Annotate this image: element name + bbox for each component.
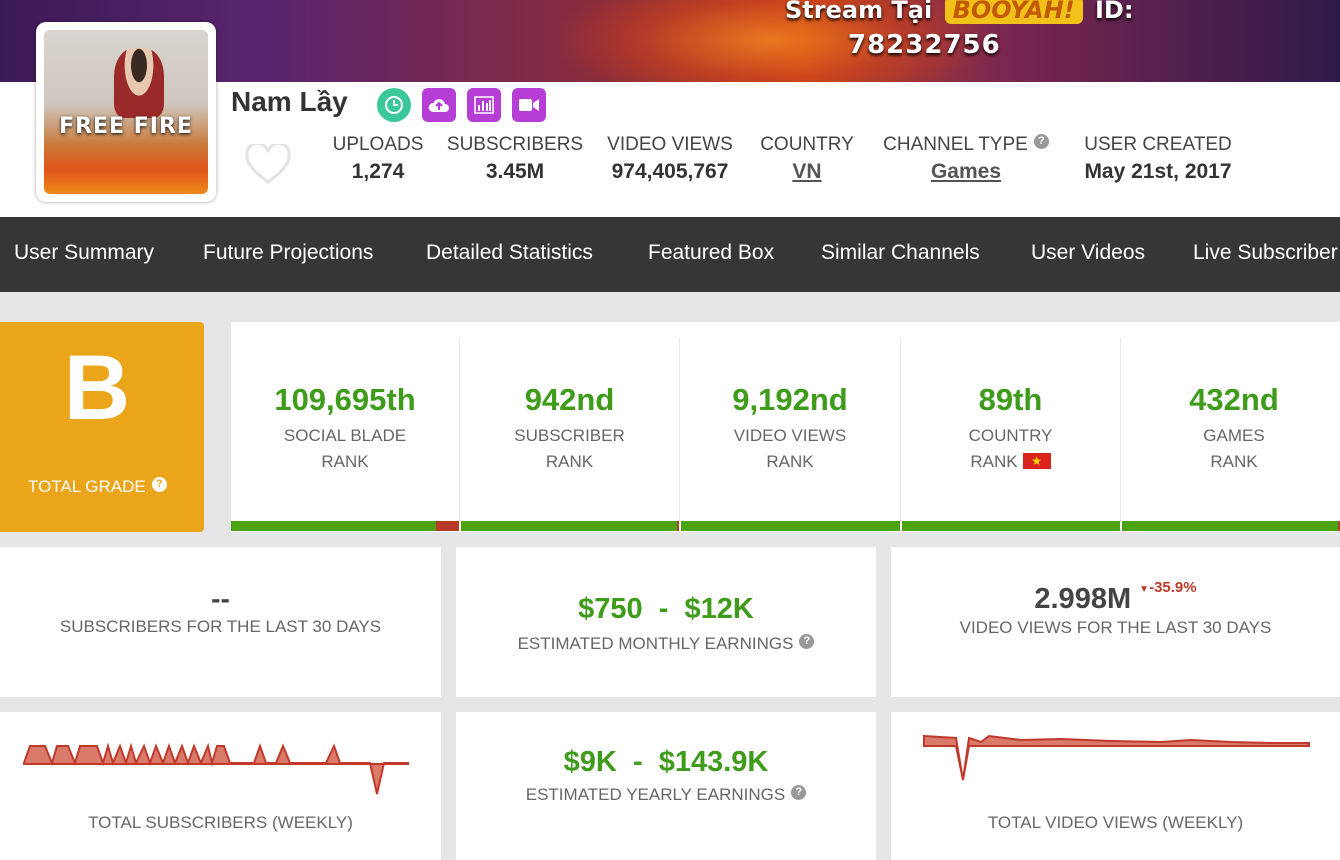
clock-icon[interactable] [377, 88, 411, 122]
channel-name: Nam Lầy [231, 86, 348, 117]
yearly-earnings-value: $9K - $143.9K [563, 746, 769, 778]
channel-type-link[interactable]: Games [876, 160, 1056, 184]
rank-progress-bar [681, 521, 900, 531]
total-subscribers-card: TOTAL SUBSCRIBERS (WEEKLY) [0, 712, 441, 860]
channel-icons [377, 88, 546, 122]
video-camera-icon[interactable] [512, 88, 546, 122]
nav-bar: User Summary Future Projections Detailed… [0, 217, 1340, 292]
rank-progress-bar [902, 521, 1120, 531]
views-30-days-label: VIDEO VIEWS FOR THE LAST 30 DAYS [959, 618, 1272, 637]
stat-user-created: USER CREATED May 21st, 2017 [1084, 134, 1232, 183]
banner-text: Stream Tại BOOYAH! ID: [785, 0, 1133, 24]
favorite-heart-icon[interactable] [245, 141, 291, 191]
monthly-earnings-card: $750 - $12K ESTIMATED MONTHLY EARNINGS? [456, 547, 876, 697]
views-change-badge: ▼-35.9% [1139, 579, 1197, 596]
help-icon[interactable]: ? [1033, 134, 1049, 149]
rank-country: 89th COUNTRY RANK ★ [901, 338, 1121, 522]
stat-channel-type: CHANNEL TYPE? Games [876, 134, 1056, 184]
rank-progress-bar [231, 521, 459, 531]
booyah-logo: BOOYAH! [944, 0, 1083, 24]
grade-letter: B [63, 337, 131, 439]
bar-chart-icon[interactable] [467, 88, 501, 122]
views-sparkline [923, 734, 1310, 781]
subscribers-sparkline [23, 742, 409, 795]
subs-30-days-card: -- SUBSCRIBERS FOR THE LAST 30 DAYS [0, 547, 441, 697]
nav-user-summary[interactable]: User Summary [14, 241, 154, 265]
rank-progress-bar [461, 521, 679, 531]
total-grade-box: B TOTAL GRADE? [0, 322, 204, 532]
help-icon[interactable]: ? [799, 634, 815, 649]
nav-live-subscriber[interactable]: Live Subscriber [1193, 241, 1338, 265]
subs-30-days-label: SUBSCRIBERS FOR THE LAST 30 DAYS [59, 617, 382, 636]
rank-video-views: 9,192nd VIDEO VIEWS RANK [680, 338, 901, 522]
grade-label: TOTAL GRADE [28, 477, 146, 496]
help-icon[interactable]: ? [791, 785, 807, 800]
nav-future-projections[interactable]: Future Projections [203, 241, 373, 265]
vietnam-flag-icon: ★ [1022, 452, 1051, 469]
country-link[interactable]: VN [732, 160, 882, 184]
stat-uploads: UPLOADS 1,274 [332, 134, 424, 183]
subs-30-days-value: -- [211, 583, 230, 614]
rank-subscriber: 942nd SUBSCRIBER RANK [460, 338, 680, 522]
monthly-earnings-label: ESTIMATED MONTHLY EARNINGS [517, 634, 794, 653]
nav-similar-channels[interactable]: Similar Channels [821, 241, 980, 265]
help-icon[interactable]: ? [151, 477, 167, 492]
rank-card: 109,695th SOCIAL BLADE RANK 942nd SUBSCR… [231, 322, 1340, 532]
channel-avatar: FREE FIRE [36, 22, 216, 202]
total-views-label: TOTAL VIDEO VIEWS (WEEKLY) [987, 813, 1244, 832]
monthly-earnings-value: $750 - $12K [578, 593, 754, 625]
nav-detailed-statistics[interactable]: Detailed Statistics [426, 241, 593, 265]
rank-social-blade: 109,695th SOCIAL BLADE RANK [231, 338, 460, 522]
stat-country: COUNTRY VN [732, 134, 882, 184]
views-30-days-card: 2.998M ▼-35.9% VIDEO VIEWS FOR THE LAST … [891, 547, 1340, 697]
stat-video-views: VIDEO VIEWS 974,405,767 [607, 134, 733, 183]
yearly-earnings-card: $9K - $143.9K ESTIMATED YEARLY EARNINGS? [456, 712, 876, 860]
total-subscribers-label: TOTAL SUBSCRIBERS (WEEKLY) [88, 813, 353, 832]
stat-subscribers: SUBSCRIBERS 3.45M [446, 134, 584, 183]
banner-stream-id: 78232756 [848, 30, 1001, 60]
nav-featured-box[interactable]: Featured Box [648, 241, 774, 265]
upload-icon[interactable] [422, 88, 456, 122]
yearly-earnings-label: ESTIMATED YEARLY EARNINGS [525, 785, 786, 804]
views-30-days-value: 2.998M ▼-35.9% [1034, 579, 1197, 615]
nav-user-videos[interactable]: User Videos [1031, 241, 1145, 265]
rank-games: 432nd GAMES RANK [1189, 382, 1279, 471]
rank-progress-bar [1122, 521, 1340, 531]
total-views-card: TOTAL VIDEO VIEWS (WEEKLY) [891, 712, 1340, 860]
